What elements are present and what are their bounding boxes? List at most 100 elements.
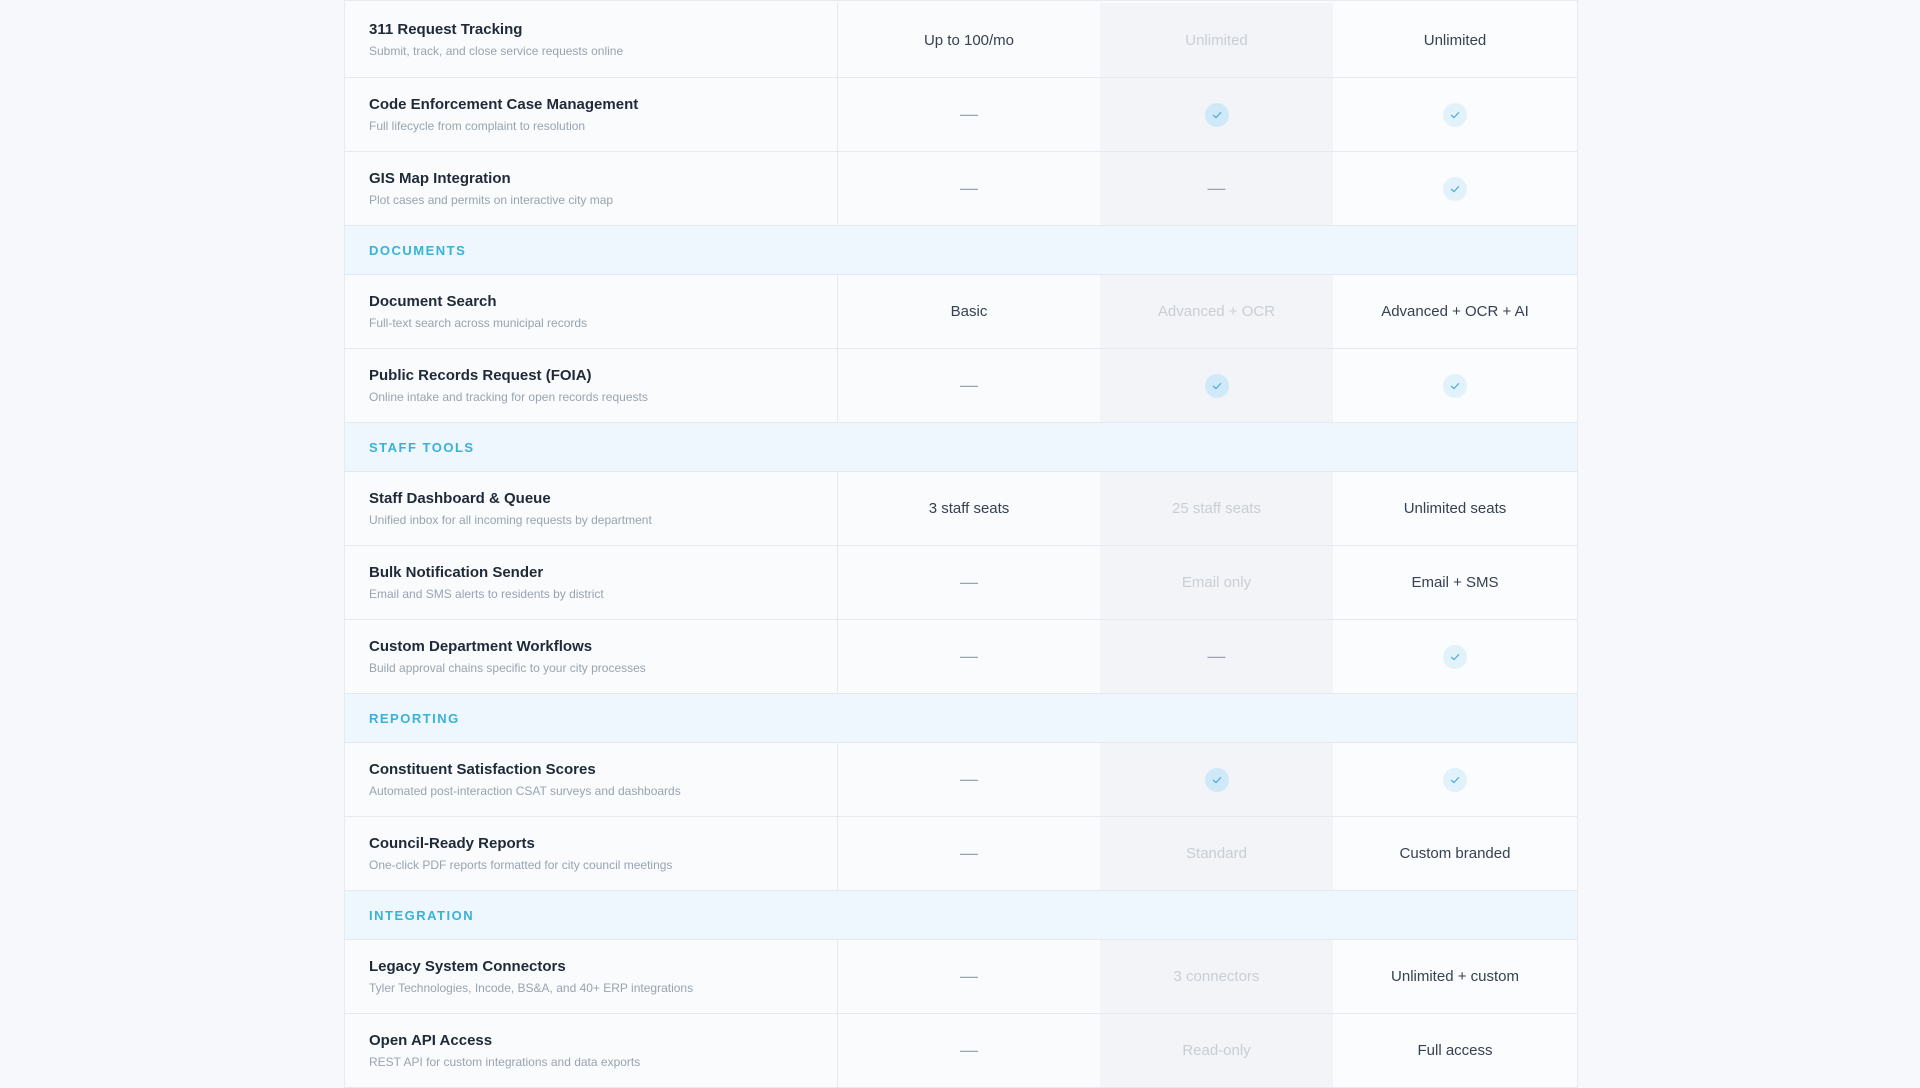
feature-name: Staff Dashboard & Queue xyxy=(369,489,551,507)
plan-2-cell: 25 staff seats xyxy=(1100,472,1333,545)
plan-value: Advanced + OCR + AI xyxy=(1381,303,1529,320)
plan-2-cell: Unlimited xyxy=(1100,3,1333,77)
check-icon xyxy=(1204,373,1229,398)
table-row: Bulk Notification Sender Email and SMS al… xyxy=(345,546,1577,620)
plan-value: Full access xyxy=(1417,1042,1493,1059)
plan-1-cell: — xyxy=(838,940,1100,1013)
plan-3-cell: Unlimited xyxy=(1333,3,1577,77)
table-row: Code Enforcement Case Management Full lif… xyxy=(345,78,1577,152)
section-header: INTEGRATION xyxy=(345,891,1577,940)
table-row: Staff Dashboard & Queue Unified inbox for… xyxy=(345,472,1577,546)
table-row: Public Records Request (FOIA) Online inta… xyxy=(345,349,1577,423)
feature-name: Public Records Request (FOIA) xyxy=(369,366,592,384)
feature-name: Document Search xyxy=(369,292,497,310)
feature-description: Full lifecycle from complaint to resolut… xyxy=(369,118,586,133)
feature-description: Plot cases and permits on interactive ci… xyxy=(369,192,614,207)
plan-value: Unlimited xyxy=(1423,31,1487,49)
feature-name: Council-Ready Reports xyxy=(369,834,535,852)
table-row: Open API Access REST API for custom integ… xyxy=(345,1014,1577,1088)
plan-2-cell xyxy=(1100,743,1333,816)
plan-1-cell: — xyxy=(838,620,1100,693)
plan-2-cell: Advanced + OCR xyxy=(1100,275,1333,348)
dash-icon: — xyxy=(960,375,978,395)
dash-icon: — xyxy=(960,966,978,986)
plan-1-cell: — xyxy=(838,546,1100,619)
plan-2-cell xyxy=(1100,349,1333,422)
plan-3-cell: Advanced + OCR + AI xyxy=(1333,275,1577,348)
plan-value: Unlimited seats xyxy=(1403,500,1507,517)
feature-description: Automated post-interaction CSAT surveys … xyxy=(369,783,681,798)
table-row: 311 Request Tracking Submit, track, and c… xyxy=(345,3,1577,78)
dash-icon: — xyxy=(1207,646,1226,666)
feature-description: One-click PDF reports formatted for city… xyxy=(369,857,673,872)
table-body: 311 Request Tracking Submit, track, and c… xyxy=(345,3,1577,1088)
feature-description: REST API for custom integrations and dat… xyxy=(369,1054,641,1069)
feature-cell: Council-Ready Reports One-click PDF repor… xyxy=(345,817,838,890)
feature-description: Submit, track, and close service request… xyxy=(369,44,624,58)
feature-cell: Constituent Satisfaction Scores Automated… xyxy=(345,743,838,816)
plan-value: Email + SMS xyxy=(1411,574,1499,591)
check-icon xyxy=(1443,767,1467,792)
plan-2-cell: Email only xyxy=(1100,546,1333,619)
plan-1-cell: — xyxy=(838,1014,1100,1087)
plan-value: Advanced + OCR xyxy=(1157,303,1276,320)
plan-3-cell: Unlimited + custom xyxy=(1333,940,1577,1013)
section-label: INTEGRATION xyxy=(369,907,475,923)
plan-value: Standard xyxy=(1186,845,1247,862)
plan-value: Basic xyxy=(950,303,988,320)
feature-cell: 311 Request Tracking Submit, track, and c… xyxy=(345,3,838,77)
plan-value: Custom branded xyxy=(1399,845,1511,862)
plan-value: Unlimited xyxy=(1185,31,1248,49)
plan-2-cell: 3 connectors xyxy=(1100,940,1333,1013)
table-row: GIS Map Integration Plot cases and permit… xyxy=(345,152,1577,226)
plan-3-cell: Email + SMS xyxy=(1333,546,1577,619)
feature-comparison-table: 311 Request Tracking Submit, track, and c… xyxy=(344,0,1578,1088)
section-label: STAFF TOOLS xyxy=(369,439,475,455)
dash-icon: — xyxy=(960,104,978,124)
section-label: REPORTING xyxy=(369,710,460,726)
feature-cell: Document Search Full-text search across m… xyxy=(345,275,838,348)
dash-icon: — xyxy=(960,572,978,592)
section-header: STAFF TOOLS xyxy=(345,423,1577,472)
feature-name: Open API Access xyxy=(369,1031,493,1049)
check-icon xyxy=(1443,644,1467,669)
feature-description: Email and SMS alerts to residents by dis… xyxy=(369,586,604,601)
plan-3-cell xyxy=(1333,78,1577,151)
feature-description: Tyler Technologies, Incode, BS&A, and 40… xyxy=(369,980,694,995)
plan-value: Unlimited + custom xyxy=(1391,968,1519,985)
feature-cell: Code Enforcement Case Management Full lif… xyxy=(345,78,838,151)
feature-name: Constituent Satisfaction Scores xyxy=(369,760,596,778)
feature-name: GIS Map Integration xyxy=(369,169,511,187)
section-label: DOCUMENTS xyxy=(369,242,467,258)
dash-icon: — xyxy=(960,646,978,666)
plan-2-cell: — xyxy=(1100,620,1333,693)
plan-1-cell: Up to 100/mo xyxy=(838,3,1100,77)
plan-2-cell: — xyxy=(1100,152,1333,225)
plan-value: 25 staff seats xyxy=(1172,500,1261,517)
plan-1-cell: 3 staff seats xyxy=(838,472,1100,545)
plan-3-cell xyxy=(1333,743,1577,816)
plan-3-cell: Full access xyxy=(1333,1014,1577,1087)
plan-value: Read-only xyxy=(1182,1042,1251,1059)
dash-icon: — xyxy=(1207,178,1226,198)
dash-icon: — xyxy=(960,1040,978,1060)
plan-1-cell: — xyxy=(838,743,1100,816)
feature-cell: Custom Department Workflows Build approva… xyxy=(345,620,838,693)
feature-name: Bulk Notification Sender xyxy=(369,563,544,581)
plan-value: Email only xyxy=(1181,574,1252,591)
plan-1-cell: — xyxy=(838,349,1100,422)
feature-cell: Public Records Request (FOIA) Online inta… xyxy=(345,349,838,422)
feature-cell: Staff Dashboard & Queue Unified inbox for… xyxy=(345,472,838,545)
feature-name: 311 Request Tracking xyxy=(369,21,523,38)
plan-3-cell xyxy=(1333,152,1577,225)
feature-name: Custom Department Workflows xyxy=(369,637,593,655)
plan-1-cell: Basic xyxy=(838,275,1100,348)
table-row: Custom Department Workflows Build approva… xyxy=(345,620,1577,694)
check-icon xyxy=(1443,373,1467,398)
feature-description: Online intake and tracking for open reco… xyxy=(369,389,648,404)
feature-description: Unified inbox for all incoming requests … xyxy=(369,512,652,527)
plan-1-cell: — xyxy=(838,78,1100,151)
feature-cell: Open API Access REST API for custom integ… xyxy=(345,1014,838,1087)
plan-3-cell xyxy=(1333,349,1577,422)
plan-2-cell: Read-only xyxy=(1100,1014,1333,1087)
